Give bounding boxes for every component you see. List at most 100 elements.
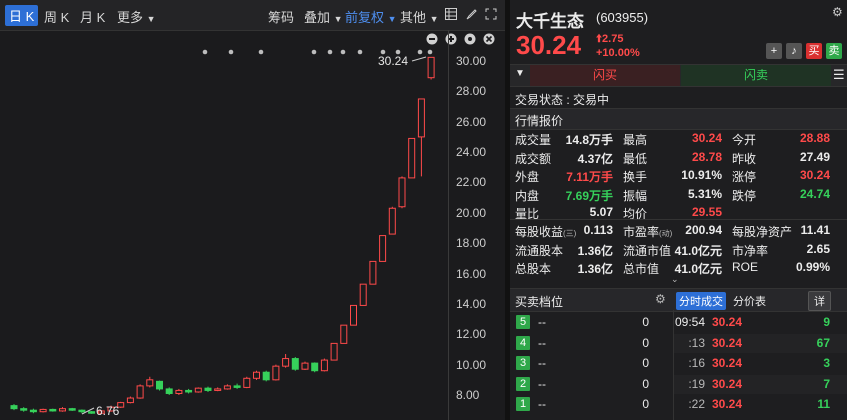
level-volume: 0 — [642, 397, 649, 411]
quote-value: 27.49 — [799, 149, 830, 164]
orderbook-level[interactable]: 2 -- 0 — [510, 375, 673, 394]
candle-up — [408, 137, 416, 179]
candles — [10, 56, 435, 414]
fundamental-label-text: 每股净资产 — [732, 225, 793, 239]
gear-icon[interactable]: ⚙ — [832, 5, 843, 19]
candle-up — [417, 98, 425, 138]
quote-value: 4.37亿 — [577, 151, 613, 166]
overlay-button[interactable]: 叠加 ▼ — [304, 7, 343, 26]
event-marker-dot[interactable] — [340, 49, 346, 55]
y-axis-line — [448, 30, 449, 420]
tick-time: :13 — [688, 335, 705, 350]
event-marker-dot[interactable] — [417, 49, 423, 55]
chip-button[interactable]: 筹码 — [268, 7, 294, 26]
fundamental-label-text: 总市值 — [623, 262, 660, 276]
chevron-down-icon: ▼ — [387, 14, 397, 24]
quote-value: 30.24 — [799, 168, 830, 182]
adjust-label: 前复权 — [345, 10, 385, 25]
fundamental-value: 200.94 — [685, 223, 722, 237]
quote-label: 跌停 — [732, 188, 757, 203]
sell-button[interactable]: 卖 — [826, 43, 842, 59]
tick-volume: 7 — [823, 376, 830, 391]
buy-button[interactable]: 买 — [806, 43, 822, 59]
event-marker-dot[interactable] — [327, 49, 333, 55]
orderbook-level[interactable]: 3 -- 0 — [510, 354, 673, 373]
y-tick-label: 14.00 — [456, 296, 487, 311]
candle-up — [39, 408, 47, 413]
tick-volume: 11 — [817, 397, 830, 411]
candle-up — [398, 177, 406, 208]
fundamental-label: 流通市值 — [623, 242, 671, 259]
other-button[interactable]: 其他 ▼ — [400, 7, 439, 26]
flash-sell-label: 闪卖 — [743, 68, 768, 82]
quote-header: 行情报价 — [510, 108, 847, 130]
price-change-pct: +10.00% — [596, 47, 640, 59]
fullscreen-icon[interactable] — [485, 8, 497, 20]
adjust-button[interactable]: 前复权 ▼ — [345, 7, 397, 26]
event-marker-dot[interactable] — [357, 49, 363, 55]
tick-row: :16 30.24 3 — [674, 354, 847, 373]
fundamental-label: 每股收益(三) — [515, 223, 576, 240]
event-marker-dot[interactable] — [228, 49, 234, 55]
candle-down — [262, 371, 270, 381]
alert-bell-icon[interactable]: ♪ — [786, 43, 802, 59]
quote-divider — [510, 219, 847, 220]
candle-up — [359, 283, 367, 306]
level-volume: 0 — [642, 315, 649, 329]
candle-up — [340, 324, 348, 344]
detail-button[interactable]: 详 — [808, 291, 831, 311]
flash-sell-button[interactable]: 闪卖 — [681, 65, 831, 86]
candle-down — [204, 387, 212, 391]
candle-up — [301, 362, 309, 370]
quote-value: 5.07 — [589, 205, 613, 219]
candle-down — [291, 358, 299, 370]
quote-value: 7.11万手 — [566, 170, 613, 184]
y-tick-label: 20.00 — [456, 205, 487, 220]
tick-volume: 9 — [823, 315, 830, 329]
quote-label: 成交额 — [515, 151, 552, 166]
chevron-down-icon[interactable]: ⌄ — [671, 274, 679, 285]
tick-volume: 67 — [816, 335, 830, 350]
quote-header-title: 行情报价 — [515, 114, 564, 128]
fundamental-label: 总市值 — [623, 260, 659, 277]
candle-up — [223, 385, 231, 390]
add-watch-button[interactable]: + — [766, 43, 782, 59]
menu-icon[interactable]: ☰ — [833, 67, 845, 83]
orderbook-level[interactable]: 1 -- 0 — [510, 395, 673, 414]
quote-label: 内盘 — [515, 188, 540, 203]
event-marker-dot[interactable] — [258, 49, 264, 55]
tab-more[interactable]: 更多 ▼ — [117, 7, 156, 26]
expand-icon[interactable]: ▼ — [515, 68, 525, 79]
y-tick-label: 16.00 — [456, 266, 487, 281]
orderbook-settings-icon[interactable]: ⚙ — [655, 292, 666, 306]
y-tick-label: 12.00 — [456, 327, 487, 342]
quote-value: 14.8万手 — [565, 133, 613, 147]
level-price: -- — [538, 376, 546, 391]
y-tick-label: 8.00 — [456, 388, 480, 402]
fundamental-value: 0.99% — [795, 260, 830, 274]
tab-price-table[interactable]: 分价表 — [733, 293, 766, 309]
draw-icon[interactable] — [466, 8, 478, 20]
event-marker-dot[interactable] — [202, 49, 208, 55]
orderbook-title: 买卖档位 — [515, 295, 564, 309]
quote-label: 外盘 — [515, 170, 540, 184]
event-marker-dot[interactable] — [311, 49, 317, 55]
flash-buy-button[interactable]: 闪买 — [530, 65, 680, 86]
tab-month-k[interactable]: 月 K — [80, 7, 105, 26]
orderbook-level[interactable]: 5 -- 0 — [510, 313, 673, 332]
fundamental-label: 流通股本 — [515, 242, 563, 259]
orderbook-level[interactable]: 4 -- 0 — [510, 334, 673, 353]
kline-chart[interactable]: 30.24 6.76 — [0, 30, 505, 420]
candle-down — [233, 385, 241, 388]
event-marker-dot[interactable] — [427, 49, 433, 55]
fundamental-label-sub: (三) — [563, 229, 577, 238]
candle-down — [185, 389, 193, 393]
candle-down — [29, 409, 37, 413]
tab-week-k[interactable]: 周 K — [44, 7, 69, 26]
level-price: -- — [538, 335, 546, 350]
quote-label: 最低 — [623, 151, 648, 166]
tab-tick-trades[interactable]: 分时成交 — [676, 292, 726, 310]
table-icon[interactable] — [445, 8, 457, 20]
tab-day-k[interactable]: 日 K — [5, 5, 39, 26]
quote-label: 最高 — [623, 133, 648, 147]
